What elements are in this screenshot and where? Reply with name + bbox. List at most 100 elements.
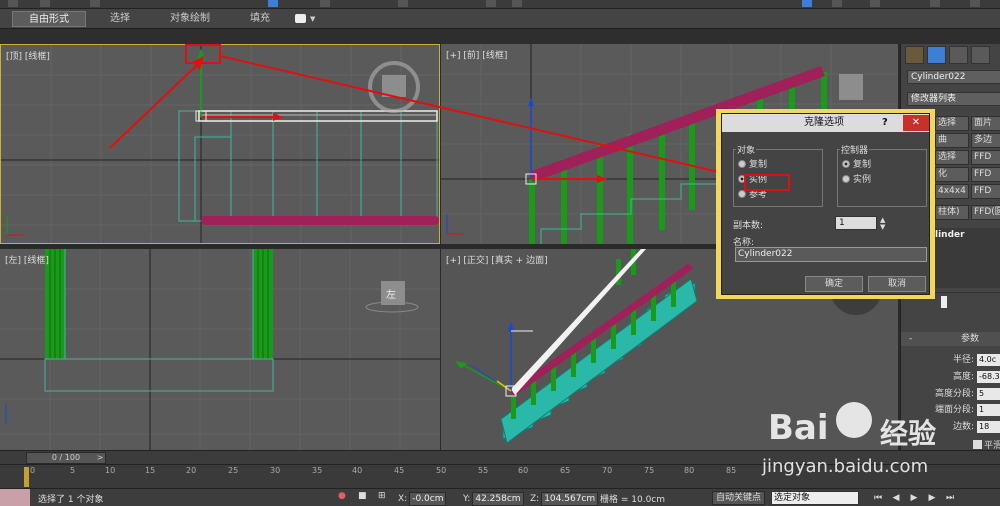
radio-dot-selected <box>842 160 850 168</box>
radio-label: 实例 <box>853 175 872 185</box>
coord-label: Z: <box>530 494 540 504</box>
viewport-label[interactable]: [+] [前] [线框] <box>446 48 507 61</box>
ruler-tick: 60 <box>518 466 529 475</box>
cancel-button[interactable]: 取消 <box>868 276 926 292</box>
select-move-icon[interactable] <box>268 0 278 7</box>
rollout-toggle-icon: - <box>909 334 913 344</box>
isolate-icon[interactable]: ● <box>338 491 346 501</box>
modify-tab-icon[interactable] <box>927 46 946 64</box>
ruler-tick: 30 <box>270 466 281 475</box>
ruler-tick: 40 <box>352 466 363 475</box>
toolbar-icon[interactable] <box>930 0 940 7</box>
next-frame-button[interactable]: > <box>94 452 106 464</box>
toolbar-icon[interactable] <box>40 0 50 7</box>
clone-name-input[interactable]: Cylinder022 <box>735 247 927 262</box>
toolbar-icon[interactable] <box>802 0 812 7</box>
viewport-label[interactable]: [顶] [线框] <box>6 49 50 62</box>
tab-selection[interactable]: 选择 <box>100 11 140 27</box>
ruler-tick: 5 <box>70 466 76 475</box>
modifier-button[interactable]: 柱体) <box>935 205 969 220</box>
watermark-brand: Bai <box>768 408 829 448</box>
viewport-label[interactable]: [+] [正交] [真实 + 边面] <box>446 253 548 266</box>
modifier-button[interactable]: FFD <box>971 184 1000 199</box>
tab-populate[interactable]: 填充 <box>240 11 280 27</box>
modifier-button[interactable]: 选择 <box>935 150 969 165</box>
viewport-left[interactable]: [左] [线框] 左 <box>0 249 440 450</box>
radius-spinner[interactable]: 4.0c <box>977 354 1000 366</box>
viewport-label[interactable]: [左] [线框] <box>5 253 49 266</box>
command-panel-tabs <box>903 46 1000 66</box>
modifier-button[interactable]: FFD <box>971 150 1000 165</box>
create-tab-icon[interactable] <box>905 46 924 64</box>
object-name-field[interactable]: Cylinder022 <box>907 70 1000 84</box>
ruler-tick: 25 <box>228 466 239 475</box>
spinner-arrows-icon[interactable]: ▲ ▼ <box>880 217 885 231</box>
controller-group: 控制器 复制 实例 <box>837 143 927 207</box>
time-marker[interactable] <box>24 467 29 487</box>
clone-options-dialog: 克隆选项 ? ✕ 对象 复制 实例 参考 控制器 复制 实例 副本数: 1 ▲ ▼… <box>721 113 930 295</box>
x-coord-input[interactable]: -0.0cm <box>409 492 447 506</box>
main-toolbar <box>0 0 1000 9</box>
y-coord-input[interactable]: 42.258cm <box>472 492 524 506</box>
modifier-button[interactable]: FFD(圆 <box>971 205 1000 220</box>
tab-object-paint[interactable]: 对象绘制 <box>160 11 220 27</box>
ruler-tick: 20 <box>186 466 197 475</box>
viewport-top[interactable]: [顶] [线框] <box>0 44 440 244</box>
y-coord: Y: 42.258cm <box>463 492 524 506</box>
modifier-button[interactable]: 曲 <box>935 133 969 148</box>
ribbon-options-dropdown[interactable]: ▼ <box>295 14 319 25</box>
z-coord-input[interactable]: 104.567cm <box>541 492 599 506</box>
rollout-title: 参数 <box>961 334 980 344</box>
watermark-url: jingyan.baidu.com <box>762 456 929 477</box>
toolbar-icon[interactable] <box>398 0 408 7</box>
toolbar-icon[interactable] <box>486 0 496 7</box>
copies-spinner[interactable]: 1 <box>835 216 877 230</box>
status-message: 选择了 1 个对象 <box>38 495 104 505</box>
viewport-left-canvas <box>0 249 440 450</box>
tab-freeform[interactable]: 自由形式 <box>12 11 86 27</box>
motion-tab-icon[interactable] <box>971 46 990 64</box>
dialog-title: 克隆选项 <box>804 117 844 128</box>
maxscript-listener[interactable] <box>0 489 30 506</box>
dialog-titlebar[interactable]: 克隆选项 ? ✕ <box>722 114 929 132</box>
controller-instance-radio[interactable]: 实例 <box>842 174 871 186</box>
modifier-button[interactable]: 选择 <box>935 116 969 131</box>
viewport-top-canvas <box>1 45 439 243</box>
param-radius: 半径: 4.0c <box>901 353 1000 367</box>
toolbar-icon[interactable] <box>320 0 330 7</box>
lock-icon[interactable]: ■ <box>358 491 367 501</box>
modifier-list-dropdown[interactable]: 修改器列表 <box>907 92 1000 106</box>
parameters-rollout-header[interactable]: - 参数 <box>901 332 1000 346</box>
toolbar-icon[interactable] <box>90 0 100 7</box>
toolbar-icon[interactable] <box>832 0 842 7</box>
toolbar-icon[interactable] <box>970 0 980 7</box>
ok-button[interactable]: 确定 <box>805 276 863 292</box>
toolbar-icon[interactable] <box>870 0 880 7</box>
group-title: 对象 <box>736 143 757 156</box>
paw-logo-icon <box>836 402 872 438</box>
close-button[interactable]: ✕ <box>903 115 929 131</box>
help-icon[interactable]: ? <box>882 114 888 132</box>
watermark-brand-suffix: 经验 <box>880 417 937 450</box>
ribbon-options-icon <box>295 14 306 23</box>
object-copy-radio[interactable]: 复制 <box>738 159 767 171</box>
ruler-tick: 65 <box>560 466 571 475</box>
viewcube-face-label[interactable]: 左 <box>386 286 396 301</box>
max-window: 自由形式 选择 对象绘制 填充 ▼ [顶] [线框] [+] [前] [线框] … <box>0 0 1000 506</box>
radio-dot <box>738 190 746 198</box>
controller-copy-radio[interactable]: 复制 <box>842 159 871 171</box>
modifier-stack-item[interactable]: linder <box>935 230 965 240</box>
ruler-tick: 70 <box>602 466 613 475</box>
toolbar-icon[interactable] <box>512 0 522 7</box>
modifier-button[interactable]: 面片 <box>971 116 1000 131</box>
modifier-button[interactable]: 4x4x4 <box>935 184 969 199</box>
hierarchy-tab-icon[interactable] <box>949 46 968 64</box>
pin-stack-icon[interactable] <box>941 296 947 308</box>
modifier-button[interactable]: 化 <box>935 167 969 182</box>
modifier-button[interactable]: FFD <box>971 167 1000 182</box>
modifier-button[interactable]: 多边 <box>971 133 1000 148</box>
ribbon-panel-strip <box>0 29 1000 44</box>
height-spinner[interactable]: -68.3 <box>977 371 1000 383</box>
transform-mode-icon[interactable]: ⊞ <box>378 491 386 501</box>
toolbar-icon[interactable] <box>8 0 18 7</box>
